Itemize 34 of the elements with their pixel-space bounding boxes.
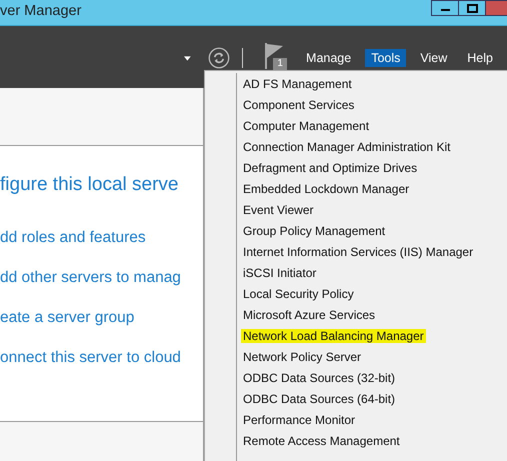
window-title: ver Manager xyxy=(0,2,82,19)
caret-icon[interactable] xyxy=(184,56,191,60)
refresh-icon[interactable] xyxy=(208,45,230,71)
menu-entry[interactable]: ODBC Data Sources (32-bit) xyxy=(241,370,398,384)
notification-badge: 1 xyxy=(273,58,287,70)
menu-item[interactable]: Manage xyxy=(300,49,358,67)
task-link[interactable]: dd roles and features xyxy=(0,226,203,249)
menu-entry[interactable]: Remote Access Management xyxy=(241,434,402,448)
maximize-button[interactable] xyxy=(458,0,486,16)
flag-icon[interactable] xyxy=(264,43,284,69)
task-link[interactable]: dd other servers to manag xyxy=(0,266,203,289)
menu-entry[interactable]: Network Policy Server xyxy=(241,350,364,364)
task-link[interactable]: eate a server group xyxy=(0,306,203,329)
menu-entry[interactable]: Local Security Policy xyxy=(241,286,356,300)
menu-entry[interactable]: Microsoft Azure Services xyxy=(241,308,378,322)
menu-entry[interactable]: Network Load Balancing Manager xyxy=(241,328,426,342)
menu-entry[interactable]: Component Services xyxy=(241,98,356,112)
menu-entry[interactable]: Embedded Lockdown Manager xyxy=(241,182,412,196)
menu-entry[interactable]: Computer Management xyxy=(241,118,372,132)
menu-entry[interactable]: Performance Monitor xyxy=(241,412,358,426)
menu-entry[interactable]: ODBC Data Sources (64-bit) xyxy=(241,392,398,406)
minimize-button[interactable] xyxy=(431,0,459,16)
menu-entry[interactable]: AD FS Management xyxy=(241,76,354,90)
task-link[interactable]: onnect this server to cloud xyxy=(0,346,203,369)
menu-item[interactable]: Tools xyxy=(365,49,406,67)
menu-entry[interactable]: Connection Manager Administration Kit xyxy=(241,140,452,154)
welcome-heading: figure this local serve xyxy=(0,174,180,196)
menu-item[interactable]: Help xyxy=(461,49,499,67)
menu-entry[interactable]: Event Viewer xyxy=(241,202,316,216)
menu-entry[interactable]: Internet Information Services (IIS) Manager xyxy=(241,244,476,258)
menu-entry[interactable]: Group Policy Management xyxy=(241,224,388,238)
menu-entry[interactable]: Defragment and Optimize Drives xyxy=(241,160,420,174)
menu-item[interactable]: View xyxy=(414,49,454,67)
menu-entry[interactable]: iSCSI Initiator xyxy=(241,266,318,280)
